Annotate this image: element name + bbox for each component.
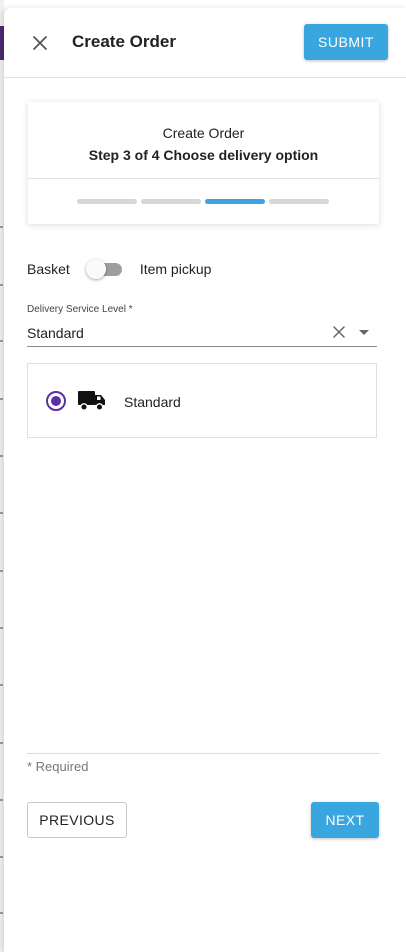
basket-pickup-toggle[interactable] [85,259,124,279]
delivery-option-standard[interactable]: Standard [27,363,377,438]
panel-header: Create Order SUBMIT [4,8,406,78]
stepper-card: Create Order Step 3 of 4 Choose delivery… [28,102,379,224]
stepper-step-4 [269,199,329,204]
page-title: Create Order [72,32,176,51]
stepper-progress [77,199,329,204]
previous-button[interactable]: PREVIOUS [27,802,127,838]
background-text-fragment [0,512,3,514]
delivery-option-label: Standard [124,394,181,410]
background-text-fragment [0,398,3,400]
stepper-step-2 [141,199,201,204]
close-icon [33,36,47,50]
toggle-thumb[interactable] [85,259,106,279]
background-text-fragment [0,340,3,342]
background-text-fragment [0,570,3,572]
fulfillment-toggle-row: Basket Item pickup [27,259,211,279]
background-text-fragment [0,627,3,629]
chevron-down-icon[interactable] [359,330,369,335]
stepper-divider [28,178,379,179]
stepper-step-3 [205,199,265,204]
next-button[interactable]: NEXT [311,802,379,838]
toggle-right-label: Item pickup [139,261,212,277]
background-text-fragment [0,226,3,228]
delivery-option-radio[interactable] [46,391,66,411]
background-text-fragment [0,455,3,457]
create-order-panel: Create Order SUBMIT Create Order Step 3 … [4,8,406,952]
delivery-service-level-select[interactable]: Standard [27,321,377,347]
stepper-subtitle: Step 3 of 4 Choose delivery option [88,147,319,163]
delivery-service-level-label: Delivery Service Level * [27,304,133,315]
stepper-title: Create Order [162,125,245,141]
background-text-fragment [0,742,3,744]
background-text-fragment [0,912,3,914]
toggle-left-label: Basket [27,261,70,277]
footer-divider [27,753,380,754]
truck-icon [78,391,105,411]
background-text-fragment [0,684,3,686]
select-value: Standard [27,325,84,341]
submit-button[interactable]: SUBMIT [304,24,388,60]
background-text-fragment [0,856,3,858]
radio-selected-dot [51,396,61,406]
close-button[interactable] [28,31,52,55]
background-text-fragment [0,799,3,801]
background-text-fragment [0,284,3,286]
required-note: * Required [27,759,89,774]
stepper-step-1 [77,199,137,204]
clear-icon[interactable] [332,325,346,339]
